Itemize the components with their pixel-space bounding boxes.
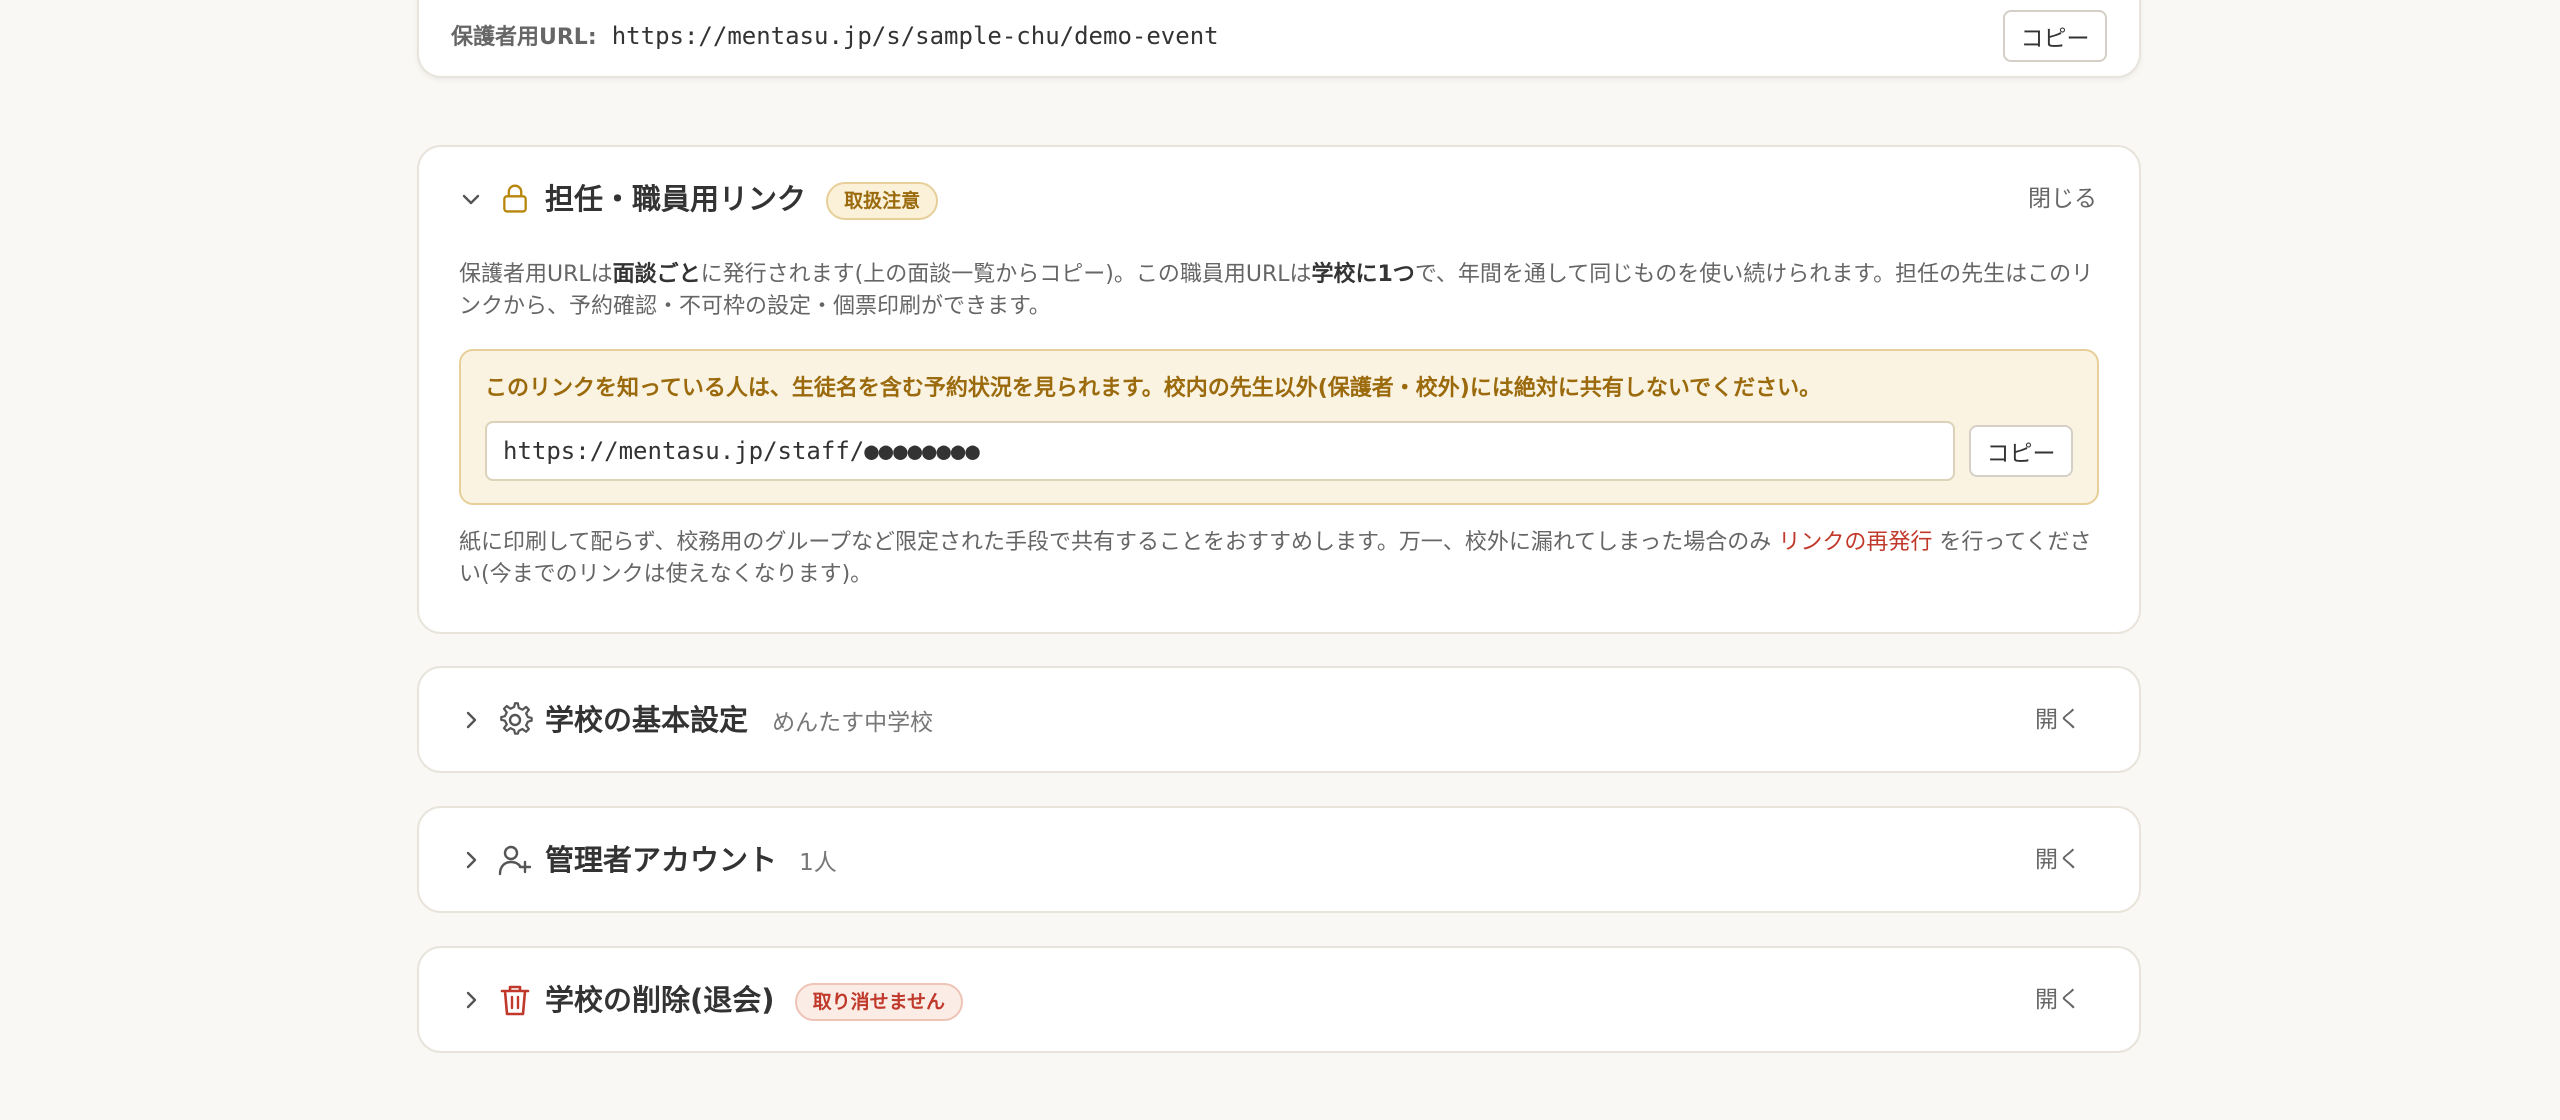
- basic-settings-school-name: めんたす中学校: [772, 710, 934, 736]
- caution-badge: 取扱注意: [826, 182, 939, 220]
- admin-account-title: 管理者アカウント: [545, 843, 778, 877]
- gear-icon: [500, 702, 533, 735]
- basic-settings-title: 学校の基本設定: [545, 703, 749, 737]
- staff-url-copy-button[interactable]: コピー: [1969, 425, 2073, 477]
- admin-account-section[interactable]: 管理者アカウント 1人 開く: [417, 806, 2141, 913]
- chevron-down-icon: [462, 194, 480, 205]
- chevron-right-icon: [466, 851, 477, 869]
- staff-link-description: 保護者用URLは面談ごとに発行されます(上の面談一覧からコピー)。この職員用UR…: [459, 262, 2094, 319]
- trash-icon: [500, 985, 530, 1016]
- staff-link-warning-box: このリンクを知っている人は、生徒名を含む予約状況を見られます。校内の先生以外(保…: [459, 349, 2099, 505]
- parent-url-value: https://mentasu.jp/s/sample-chu/demo-eve…: [611, 22, 1219, 50]
- staff-link-section: 担任・職員用リンク 取扱注意 閉じる 保護者用URLは面談ごとに発行されます(上…: [417, 145, 2141, 634]
- basic-settings-open-button[interactable]: 開く: [2035, 704, 2081, 736]
- staff-url-field[interactable]: https://mentasu.jp/staff/●●●●●●●●: [485, 421, 1955, 481]
- basic-settings-section[interactable]: 学校の基本設定 めんたす中学校 開く: [417, 666, 2141, 773]
- parent-url-copy-button[interactable]: コピー: [2003, 10, 2107, 62]
- parent-url-label: 保護者用URL:: [451, 25, 597, 50]
- delete-school-section[interactable]: 学校の削除(退会) 取り消せません 開く: [417, 946, 2141, 1053]
- staff-link-note: 紙に印刷して配らず、校務用のグループなど限定された手段で共有することをおすすめし…: [459, 530, 2092, 587]
- lock-icon: [503, 184, 527, 213]
- parent-url-card: 保護者用URL: https://mentasu.jp/s/sample-chu…: [417, 0, 2141, 78]
- staff-link-warning-text: このリンクを知っている人は、生徒名を含む予約状況を見られます。校内の先生以外(保…: [485, 376, 1822, 401]
- staff-link-header[interactable]: 担任・職員用リンク 取扱注意 閉じる: [419, 147, 2139, 251]
- staff-link-close-button[interactable]: 閉じる: [2028, 183, 2097, 215]
- delete-school-open-button[interactable]: 開く: [2035, 984, 2081, 1016]
- chevron-right-icon: [466, 991, 477, 1009]
- admin-account-count: 1人: [799, 850, 837, 876]
- irreversible-badge: 取り消せません: [794, 983, 964, 1021]
- delete-school-title: 学校の削除(退会): [545, 983, 775, 1017]
- staff-link-title: 担任・職員用リンク: [545, 182, 807, 216]
- reissue-link[interactable]: リンクの再発行: [1778, 530, 1932, 555]
- admin-account-open-button[interactable]: 開く: [2035, 844, 2081, 876]
- user-plus-icon: [498, 845, 532, 876]
- chevron-right-icon: [466, 711, 477, 729]
